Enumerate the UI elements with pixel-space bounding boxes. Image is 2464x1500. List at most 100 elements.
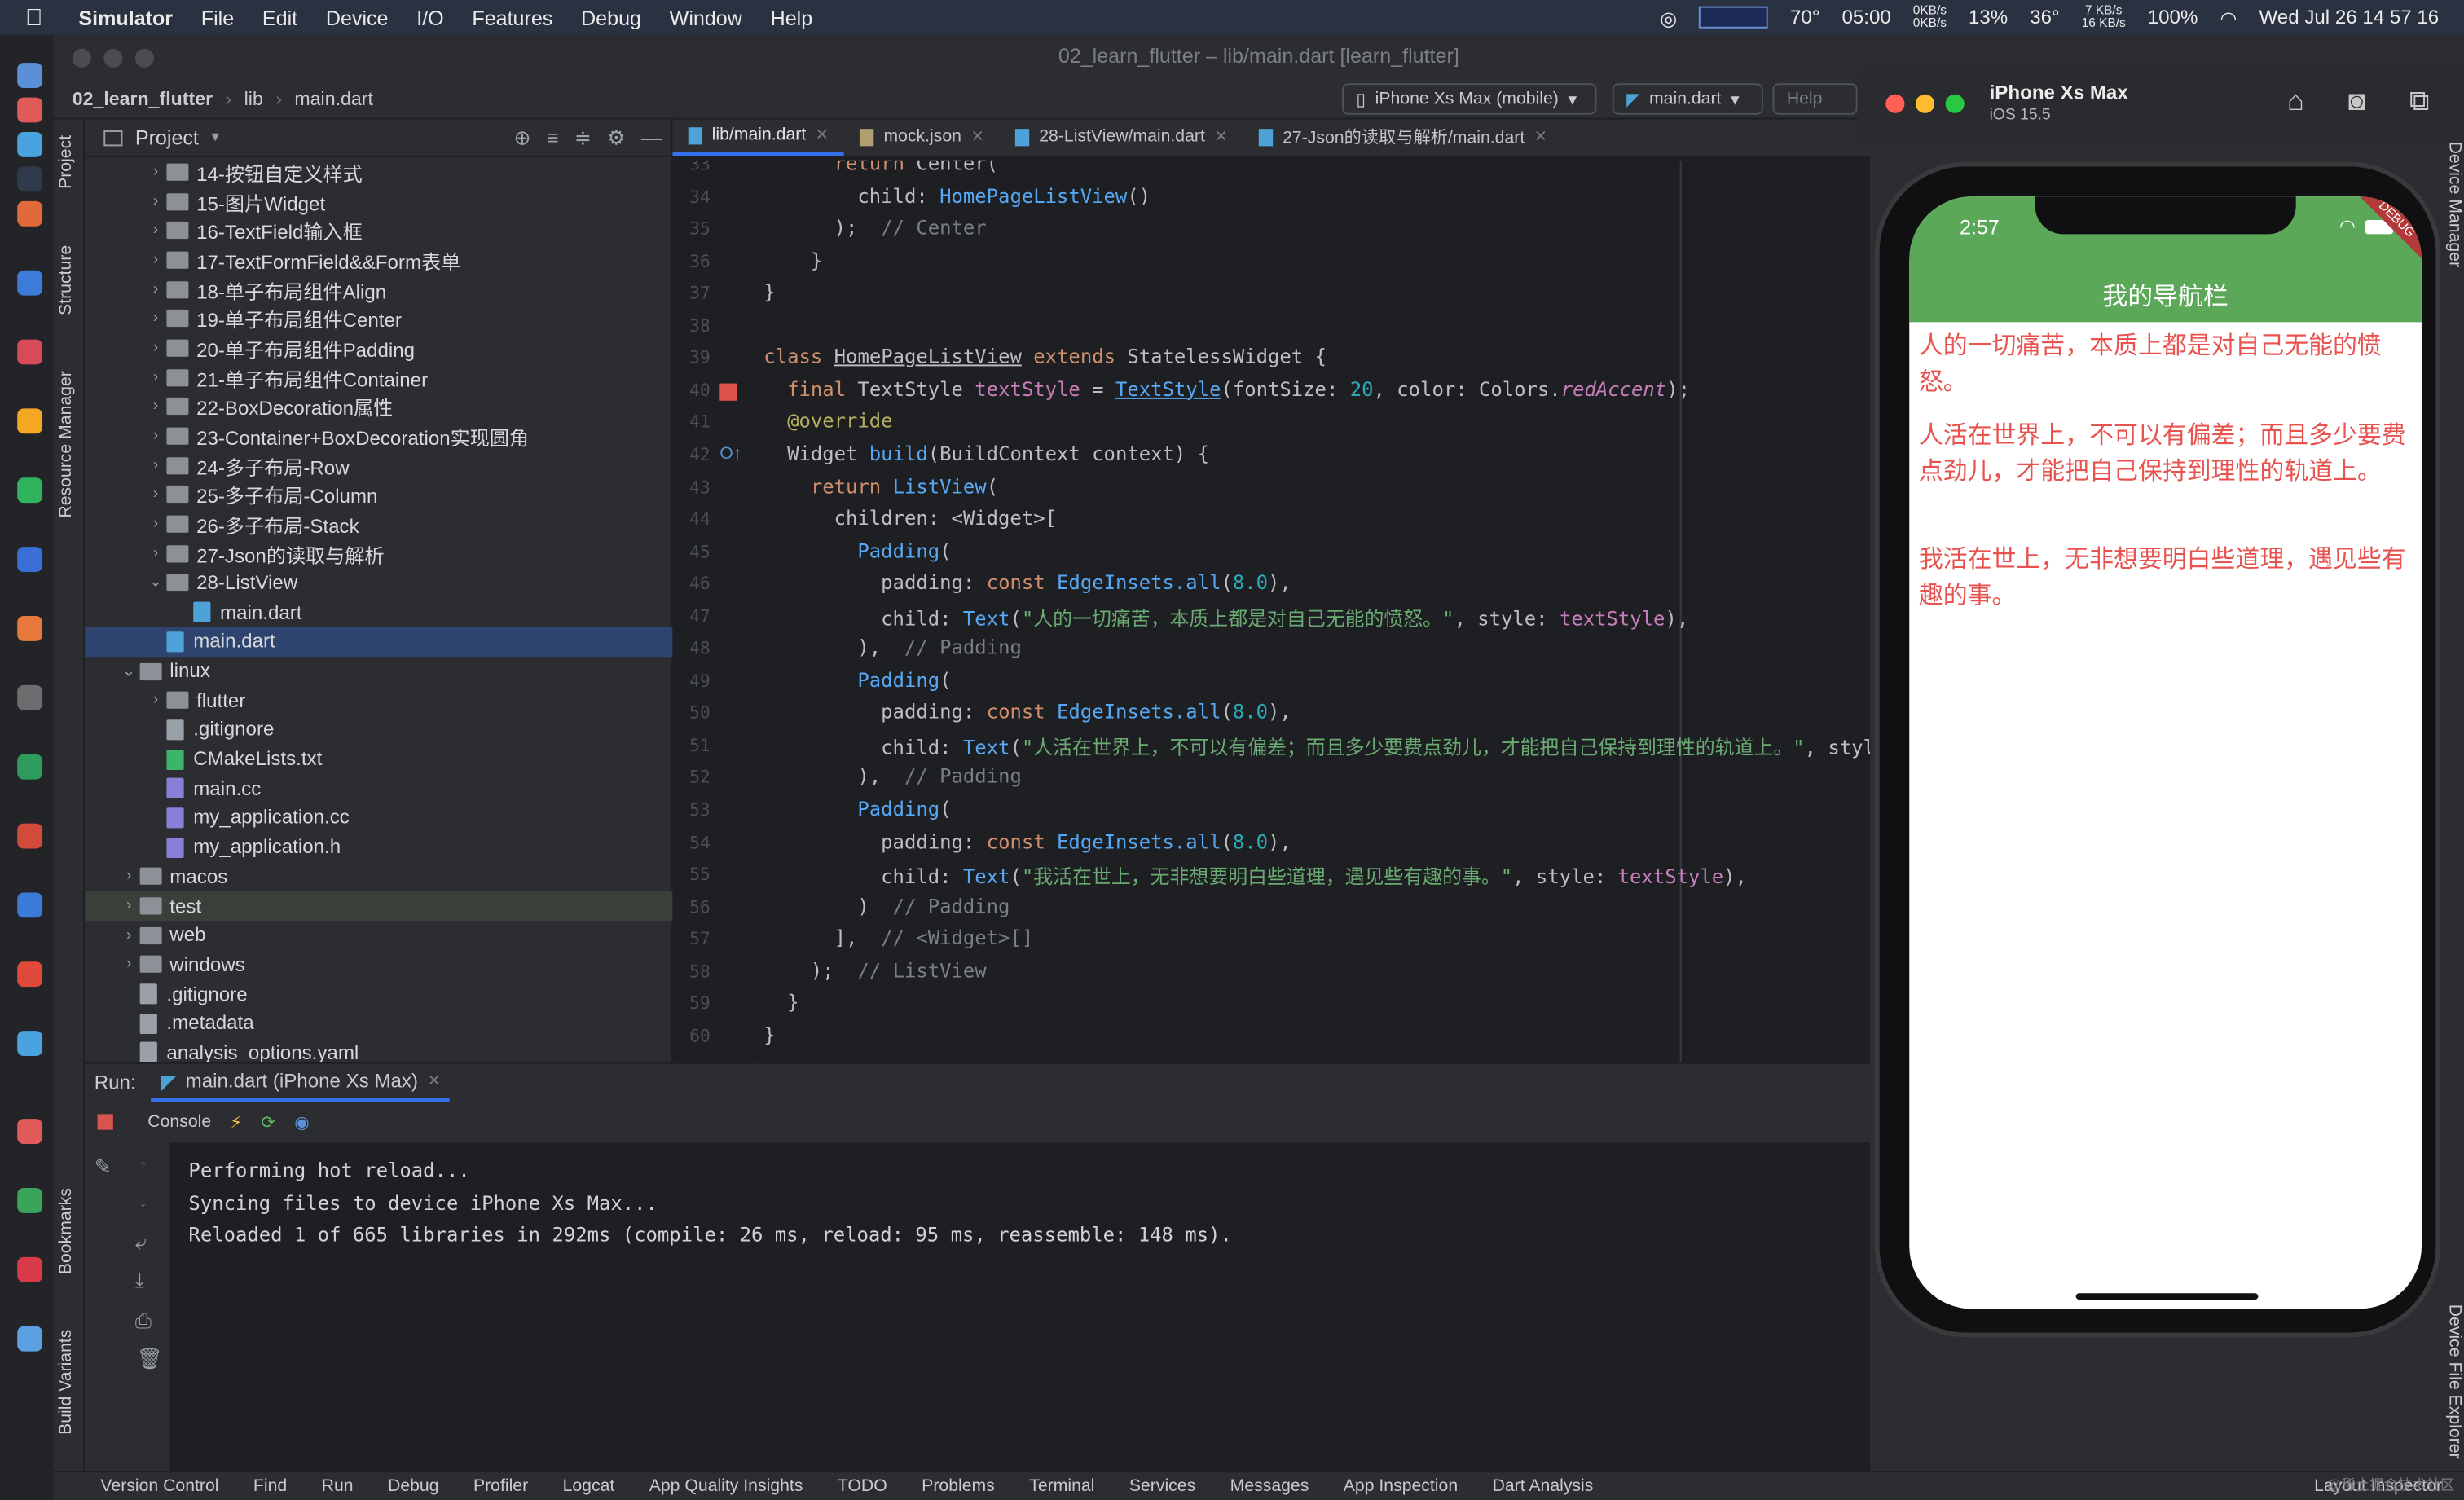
close-icon[interactable]: ✕ (428, 1072, 441, 1089)
tool-window-tab[interactable]: Version Control (100, 1477, 218, 1496)
console-output[interactable]: Performing hot reload... Syncing files to… (169, 1142, 1871, 1473)
tool-window-tab[interactable]: Problems (922, 1477, 995, 1496)
chevron-icon[interactable]: › (144, 310, 166, 327)
menu-io[interactable]: I/O (416, 6, 443, 29)
run-tab[interactable]: ◤ main.dart (iPhone Xs Max) ✕ (151, 1064, 451, 1102)
tree-row[interactable]: › 14-按钮自定义样式 (85, 157, 672, 187)
zoom-window-button[interactable] (1945, 94, 1965, 113)
arrow-down-icon[interactable]: ↓ (139, 1190, 148, 1212)
wechat-icon[interactable]: ◎ (1660, 6, 1677, 29)
tree-row[interactable]: › 23-Container+BoxDecoration实现圆角 (85, 421, 672, 451)
rotate-icon[interactable]: ⧉ (2409, 85, 2430, 118)
menu-device[interactable]: Device (326, 6, 389, 29)
tab-bookmarks[interactable]: Bookmarks (56, 1188, 75, 1274)
tree-row[interactable]: .gitignore (85, 979, 672, 1009)
tree-row[interactable]: › 19-单子布局组件Center (85, 304, 672, 333)
tab-device-file-explorer[interactable]: Device File Explorer (2445, 1304, 2464, 1459)
tree-row[interactable]: › 27-Json的读取与解析 (85, 539, 672, 568)
close-icon[interactable]: ✕ (816, 126, 829, 143)
battery-readout[interactable]: 100% (2148, 7, 2198, 29)
tool-window-tab[interactable]: Services (1129, 1477, 1195, 1496)
tool-window-tab[interactable]: Find (253, 1477, 287, 1496)
run-config-selector[interactable]: ◤ main.dart ▾ (1612, 83, 1763, 115)
gear-icon[interactable]: ⚙ (607, 125, 625, 151)
scroll-to-end-icon[interactable]: ⤓ (135, 1268, 144, 1293)
trash-icon[interactable]: 🗑 (137, 1347, 163, 1372)
dock-app-icon[interactable] (17, 892, 43, 918)
tree-row[interactable]: › 15-图片Widget (85, 187, 672, 216)
override-icon[interactable]: O↑ (719, 445, 741, 464)
chevron-icon[interactable]: › (144, 340, 166, 357)
tab-structure[interactable]: Structure (56, 245, 75, 315)
menu-edit[interactable]: Edit (262, 6, 297, 29)
cpu-readout[interactable]: 13% (1969, 7, 2008, 29)
tree-row[interactable]: › macos (85, 862, 672, 891)
dock-app-icon[interactable] (17, 1031, 43, 1057)
chevron-icon[interactable]: › (144, 163, 166, 180)
breadcrumb-file[interactable]: main.dart (294, 87, 372, 109)
tab-device-manager[interactable]: Device Manager (2445, 142, 2464, 267)
chevron-icon[interactable]: › (144, 545, 166, 562)
apple-icon[interactable]:  (25, 4, 57, 31)
menu-debug[interactable]: Debug (581, 6, 641, 29)
phone-screen[interactable]: 2:57 ◠ DEBUG 我的导航栏 人的一切痛苦，本质上都是对自己无能的愤怒。… (1909, 196, 2422, 1309)
chevron-icon[interactable]: › (144, 457, 166, 474)
tree-row[interactable]: CMakeLists.txt (85, 745, 672, 774)
chevron-icon[interactable]: › (144, 192, 166, 209)
chevron-icon[interactable]: › (144, 222, 166, 239)
tree-row[interactable]: › test (85, 891, 673, 921)
dock-app-icon[interactable] (17, 97, 43, 123)
tree-row[interactable]: › 25-多子布局-Column (85, 480, 672, 509)
breakpoint-icon[interactable] (719, 383, 737, 401)
tree-row[interactable]: ⌄ linux (85, 657, 672, 686)
editor-tab[interactable]: 28-ListView/main.dart ✕ (1000, 118, 1243, 156)
tree-row[interactable]: › 24-多子布局-Row (85, 451, 672, 480)
tree-row[interactable]: my_application.cc (85, 803, 672, 833)
tree-row[interactable]: › 16-TextField输入框 (85, 216, 672, 245)
wifi-icon[interactable]: ◠ (2220, 6, 2237, 29)
chevron-icon[interactable]: › (118, 897, 140, 914)
arrow-up-icon[interactable]: ↑ (139, 1155, 148, 1177)
zoom-window-button[interactable] (134, 48, 155, 68)
collapse-all-icon[interactable]: ≑ (574, 125, 592, 151)
tab-resource-manager[interactable]: Resource Manager (56, 371, 75, 517)
close-window-button[interactable] (1885, 94, 1905, 113)
tree-row[interactable]: main.cc (85, 774, 672, 803)
tree-row[interactable]: ⌄ 28-ListView (85, 568, 672, 597)
dock-app-icon[interactable] (17, 1188, 43, 1213)
breadcrumb-project[interactable]: 02_learn_flutter (73, 87, 213, 109)
tool-window-tab[interactable]: Messages (1230, 1477, 1309, 1496)
tree-row[interactable]: my_application.h (85, 833, 672, 862)
chevron-icon[interactable]: ⌄ (118, 662, 140, 680)
minimize-window-button[interactable] (1915, 94, 1935, 113)
menu-file[interactable]: File (201, 6, 234, 29)
help-button[interactable]: Help (1772, 83, 1858, 115)
chevron-icon[interactable]: › (144, 486, 166, 504)
tool-window-tab[interactable]: App Quality Insights (649, 1477, 803, 1496)
tree-row[interactable]: main.dart (85, 627, 673, 657)
breadcrumb-lib[interactable]: lib (244, 87, 263, 109)
weather-readout[interactable]: 70° (1790, 7, 1819, 29)
chevron-icon[interactable]: › (118, 868, 140, 885)
chevron-icon[interactable]: › (144, 428, 166, 445)
tree-row[interactable]: main.dart (85, 597, 672, 627)
hot-reload-icon[interactable]: ⚡ (230, 1111, 242, 1132)
locate-icon[interactable]: ⊕ (514, 125, 531, 151)
minimize-window-button[interactable] (103, 48, 123, 68)
chevron-icon[interactable]: › (144, 369, 166, 386)
menu-window[interactable]: Window (670, 6, 742, 29)
tool-window-tab[interactable]: TODO (838, 1477, 887, 1496)
project-panel-title[interactable]: Project (135, 125, 199, 149)
chevron-icon[interactable]: ⌄ (144, 574, 166, 592)
dock-app-icon[interactable] (17, 1119, 43, 1145)
tree-row[interactable]: › 20-单子布局组件Padding (85, 333, 672, 363)
tree-row[interactable]: › 17-TextFormField&&Form表单 (85, 245, 672, 275)
chevron-icon[interactable]: › (144, 516, 166, 533)
dock-app-icon[interactable] (17, 166, 43, 192)
dock-app-icon[interactable] (17, 270, 43, 296)
hot-restart-icon[interactable]: ⟳ (261, 1111, 275, 1132)
dock-app-icon[interactable] (17, 63, 43, 89)
tool-window-tab[interactable]: Profiler (473, 1477, 528, 1496)
chevron-icon[interactable]: › (144, 280, 166, 297)
dock-app-icon[interactable] (17, 1326, 43, 1352)
